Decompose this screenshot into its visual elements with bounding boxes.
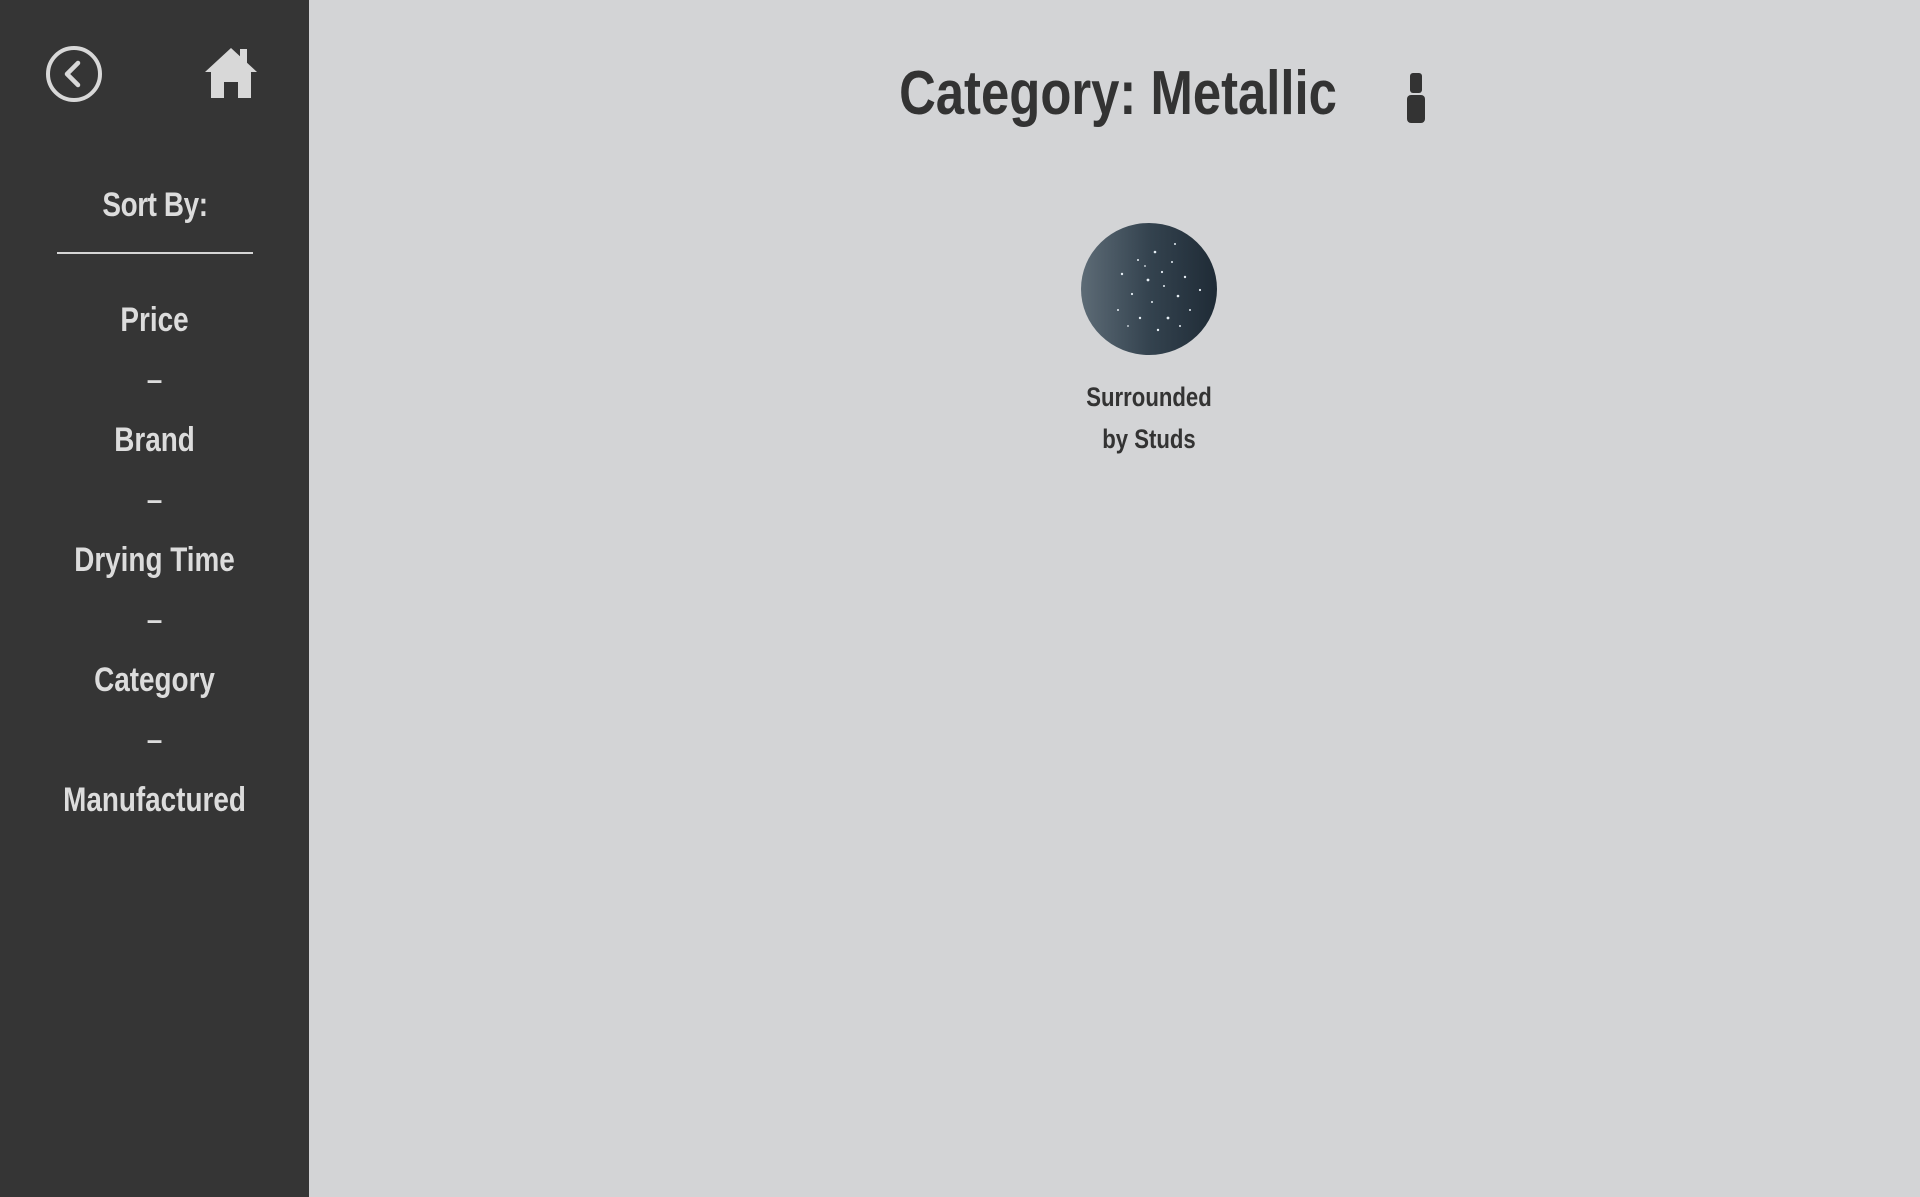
sort-separator: –: [146, 724, 163, 755]
page-title-text: Category: Metallic: [899, 59, 1338, 128]
product-name-line: Surrounded: [1086, 382, 1212, 412]
sort-separator: –: [146, 484, 163, 515]
product-name: Surrounded by Studs: [1083, 376, 1214, 460]
page-title: Category: Metallic: [309, 58, 1920, 129]
sidebar: Sort By: Price – Brand – Drying Time – C…: [0, 0, 309, 1197]
product-card[interactable]: Surrounded by Studs: [1069, 222, 1229, 460]
nail-polish-icon: [1406, 72, 1425, 123]
sort-separator: –: [146, 604, 163, 635]
home-button[interactable]: [203, 44, 259, 100]
home-icon: [205, 48, 257, 98]
sort-option-brand[interactable]: Brand: [28, 410, 281, 470]
color-swatch: [1081, 223, 1217, 355]
sort-option-drying-time[interactable]: Drying Time: [28, 530, 281, 590]
sort-options: Price – Brand – Drying Time – Category –…: [0, 290, 309, 830]
sort-separator: –: [146, 364, 163, 395]
back-button[interactable]: [46, 46, 102, 102]
product-name-line: by Studs: [1102, 424, 1196, 454]
sort-option-manufactured[interactable]: Manufactured: [28, 770, 281, 830]
sort-option-price[interactable]: Price: [28, 290, 281, 350]
main-content: Category: Metallic Surrounded by Studs: [309, 0, 1920, 1197]
sort-divider: [57, 252, 253, 254]
sort-by-title: Sort By:: [102, 186, 208, 224]
circle-chevron-left-icon: [64, 60, 81, 88]
sort-option-category[interactable]: Category: [28, 650, 281, 710]
